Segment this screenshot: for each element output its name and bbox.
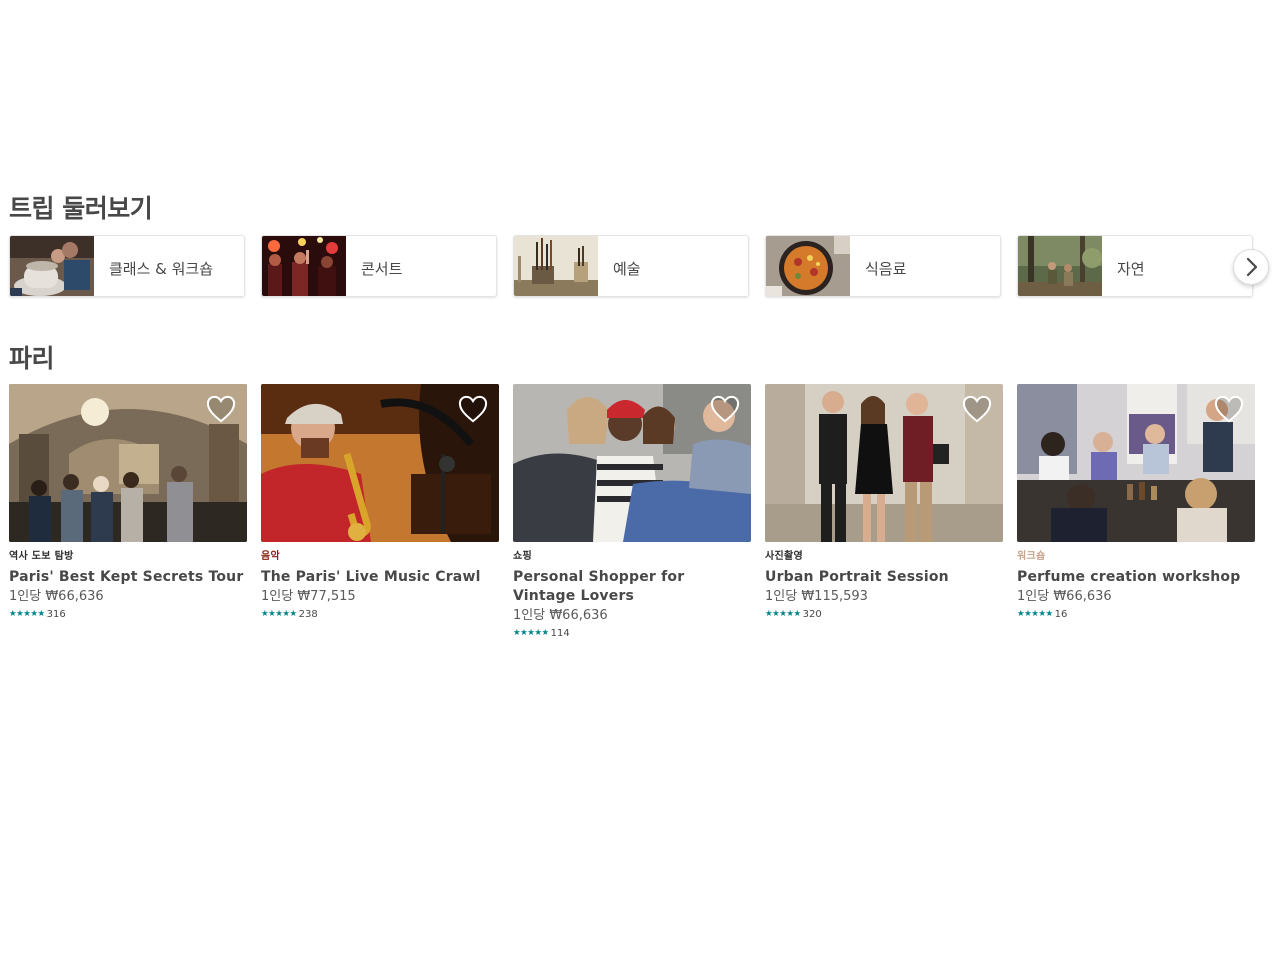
experience-category: 쇼핑 — [513, 551, 532, 562]
experience-card[interactable]: 쇼핑 Personal Shopper for Vintage Lovers 1… — [513, 384, 751, 641]
experience-photo[interactable] — [261, 384, 499, 542]
star-rating-icon: ★★★★★ — [765, 609, 801, 619]
experience-title[interactable]: Perfume creation workshop — [1017, 568, 1255, 587]
category-label: 자연 — [1117, 260, 1145, 278]
page: 트립 둘러보기 클래스 & 워크숍 콘서트 예술 식음료 자연 파리 역사 도보… — [0, 0, 1280, 960]
experience-photo[interactable] — [513, 384, 751, 542]
experience-price: 1인당 ₩77,515 — [261, 589, 356, 604]
experience-photo[interactable] — [765, 384, 1003, 542]
category-card-art[interactable]: 예술 — [513, 235, 749, 297]
review-count: 114 — [550, 627, 570, 639]
experience-rating: ★★★★★ 238 — [261, 606, 499, 622]
review-count: 16 — [1054, 608, 1068, 620]
experience-rating: ★★★★★ 114 — [513, 625, 751, 641]
experience-title[interactable]: Paris' Best Kept Secrets Tour — [9, 568, 247, 587]
paint-brushes-photo — [514, 236, 598, 296]
experience-card[interactable]: 음악 The Paris' Live Music Crawl 1인당 ₩77,5… — [261, 384, 499, 622]
category-label: 예술 — [613, 260, 641, 278]
experience-card[interactable]: 역사 도보 탐방 Paris' Best Kept Secrets Tour 1… — [9, 384, 247, 622]
category-label: 클래스 & 워크숍 — [109, 260, 214, 278]
category-label: 식음료 — [865, 260, 907, 278]
category-label: 콘서트 — [361, 260, 403, 278]
pottery-wheel-photo — [10, 236, 94, 296]
carousel-next-button[interactable] — [1233, 249, 1269, 285]
heart-outline-icon[interactable] — [458, 395, 488, 423]
experience-card[interactable]: 사진촬영 Urban Portrait Session 1인당 ₩115,593… — [765, 384, 1003, 622]
experience-rating: ★★★★★ 16 — [1017, 606, 1255, 622]
chevron-right-icon — [1246, 258, 1258, 276]
category-card-concert[interactable]: 콘서트 — [261, 235, 497, 297]
experience-category: 음악 — [261, 551, 280, 562]
heart-outline-icon[interactable] — [1214, 395, 1244, 423]
concert-crowd-photo — [262, 236, 346, 296]
experience-price: 1인당 ₩66,636 — [9, 589, 104, 604]
heart-outline-icon[interactable] — [206, 395, 236, 423]
experience-category: 역사 도보 탐방 — [9, 551, 74, 562]
experience-photo[interactable] — [9, 384, 247, 542]
review-count: 320 — [802, 608, 822, 620]
experience-title[interactable]: Personal Shopper for Vintage Lovers — [513, 568, 751, 606]
experience-title[interactable]: The Paris' Live Music Crawl — [261, 568, 499, 587]
forest-hikers-photo — [1018, 236, 1102, 296]
review-count: 316 — [46, 608, 66, 620]
paella-pan-photo — [766, 236, 850, 296]
heart-outline-icon[interactable] — [710, 395, 740, 423]
experience-card[interactable]: 워크숍 Perfume creation workshop 1인당 ₩66,63… — [1017, 384, 1255, 622]
star-rating-icon: ★★★★★ — [1017, 609, 1053, 619]
experience-rating: ★★★★★ 320 — [765, 606, 1003, 622]
section-title-paris: 파리 — [9, 344, 55, 373]
star-rating-icon: ★★★★★ — [513, 628, 549, 638]
review-count: 238 — [298, 608, 318, 620]
heart-outline-icon[interactable] — [962, 395, 992, 423]
experience-rating: ★★★★★ 316 — [9, 606, 247, 622]
category-card-classes[interactable]: 클래스 & 워크숍 — [9, 235, 245, 297]
experience-title[interactable]: Urban Portrait Session — [765, 568, 1003, 587]
star-rating-icon: ★★★★★ — [9, 609, 45, 619]
experience-photo[interactable] — [1017, 384, 1255, 542]
star-rating-icon: ★★★★★ — [261, 609, 297, 619]
category-card-nature[interactable]: 자연 — [1017, 235, 1253, 297]
category-carousel: 클래스 & 워크숍 콘서트 예술 식음료 자연 — [9, 235, 1279, 301]
experience-price: 1인당 ₩115,593 — [765, 589, 868, 604]
experience-price: 1인당 ₩66,636 — [513, 608, 608, 623]
category-card-food[interactable]: 식음료 — [765, 235, 1001, 297]
experience-category: 워크숍 — [1017, 551, 1046, 562]
experience-category: 사진촬영 — [765, 551, 803, 562]
section-title-trips: 트립 둘러보기 — [9, 194, 153, 223]
experience-price: 1인당 ₩66,636 — [1017, 589, 1112, 604]
